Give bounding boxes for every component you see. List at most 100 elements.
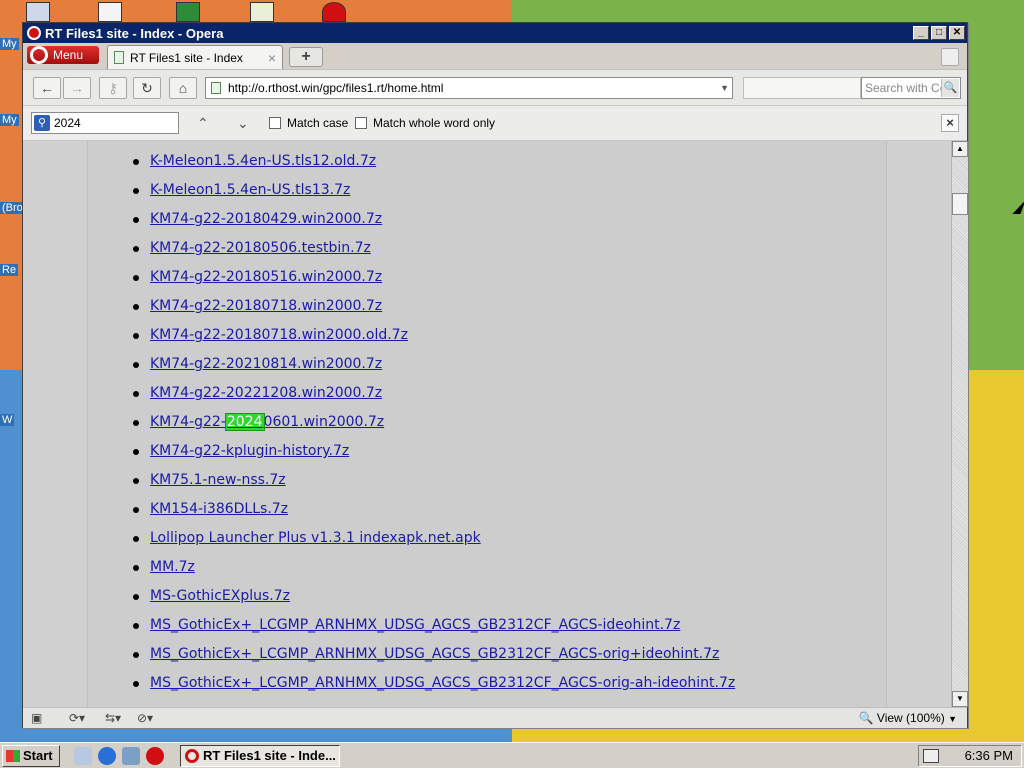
scroll-down-button[interactable]: ▼: [952, 691, 968, 707]
tray-icon[interactable]: [923, 749, 939, 763]
file-link[interactable]: MS_GothicEx+_LCGMP_ARNHMX_UDSG_AGCS_GB23…: [150, 617, 680, 633]
window-title: RT Files1 site - Index - Opera: [45, 25, 224, 41]
find-query: 2024: [54, 116, 81, 130]
file-link[interactable]: MM.7z: [150, 559, 195, 575]
match-case-label: Match case: [287, 116, 349, 130]
close-find-button[interactable]: ×: [941, 114, 959, 132]
file-list-item: KM74-g22-20210814.win2000.7z: [133, 350, 735, 379]
tab-strip: Menu RT Files1 site - Index × +: [23, 43, 967, 69]
desktop-label[interactable]: My: [0, 114, 19, 126]
trash-icon[interactable]: [941, 48, 959, 66]
page-content[interactable]: K-Meleon1.5.4en-US.tls12.old.7z K-Meleon1…: [23, 141, 951, 707]
match-case-checkbox[interactable]: [269, 117, 281, 129]
file-link[interactable]: K-Meleon1.5.4en-US.tls13.7z: [150, 182, 350, 198]
close-window-button[interactable]: ✕: [949, 26, 965, 40]
desktop-icon-computer[interactable]: [26, 2, 50, 22]
network-icon[interactable]: [122, 747, 140, 765]
zoom-control[interactable]: 🔍 View (100%) ▼: [859, 711, 957, 725]
file-link[interactable]: KM74-g22-20221208.win2000.7z: [150, 385, 382, 401]
taskbar: Start RT Files1 site - Inde... 6:36 PM: [0, 742, 1024, 768]
file-list-item: KM74-g22-20180718.win2000.7z: [133, 292, 735, 321]
scroll-thumb[interactable]: [952, 193, 968, 215]
panel-toggle-icon[interactable]: ▣: [31, 711, 42, 725]
file-link[interactable]: KM74-g22-20180516.win2000.7z: [150, 269, 382, 285]
windows-flag-icon: [6, 750, 20, 762]
find-previous-button[interactable]: ⌃: [197, 115, 209, 132]
new-tab-button[interactable]: +: [289, 47, 323, 67]
file-list-item: MS_GothicEx+_LCGMP_ARNHMX_UDSG_AGCS_GB23…: [133, 611, 735, 640]
file-link[interactable]: Lollipop Launcher Plus v1.3.1 indexapk.n…: [150, 530, 481, 546]
reload-button[interactable]: ↻: [133, 77, 161, 99]
forward-button[interactable]: →: [63, 77, 91, 99]
desktop-label[interactable]: My: [0, 38, 19, 50]
home-button[interactable]: ⌂: [169, 77, 197, 99]
file-list-item: MS_GothicEx+_LCGMP_ARNHMX_UDSG_AGCS_GB23…: [133, 669, 735, 698]
desktop-icon-excel[interactable]: [176, 2, 200, 22]
file-link[interactable]: KM74-g22-20180718.win2000.old.7z: [150, 327, 408, 343]
browser-window: RT Files1 site - Index - Opera _ □ ✕ Men…: [22, 22, 968, 728]
tab-active[interactable]: RT Files1 site - Index ×: [107, 45, 283, 69]
system-tray: 6:36 PM: [918, 745, 1022, 767]
file-link[interactable]: KM74-g22-20240601.win2000.7z: [150, 413, 384, 431]
file-list-item: KM74-g22-20180506.testbin.7z: [133, 234, 735, 263]
zoom-icon: 🔍: [858, 711, 874, 725]
file-link[interactable]: MS_GothicEx+_LCGMP_ARNHMX_UDSG_AGCS_GB23…: [150, 675, 735, 691]
navigation-bar: ← → ⚷ ↻ ⌂ http://o.rthost.win/gpc/files1…: [23, 69, 967, 105]
close-tab-icon[interactable]: ×: [268, 50, 276, 66]
vertical-scrollbar[interactable]: ▲ ▼: [951, 141, 968, 707]
desktop-icon-clock[interactable]: [250, 2, 274, 22]
desktop-icon-opera[interactable]: [322, 2, 346, 22]
whole-word-label: Match whole word only: [373, 116, 496, 130]
file-link[interactable]: KM74-g22-20180718.win2000.7z: [150, 298, 382, 314]
taskbar-opera-window[interactable]: RT Files1 site - Inde...: [180, 745, 340, 767]
search-engine-selector[interactable]: [743, 77, 861, 99]
file-list-item: K-Meleon1.5.4en-US.tls13.7z: [133, 176, 735, 205]
chevron-down-icon: ▼: [948, 714, 957, 724]
start-button[interactable]: Start: [2, 745, 60, 767]
file-link[interactable]: KM74-g22-20180429.win2000.7z: [150, 211, 382, 227]
search-icon[interactable]: 🔍: [941, 79, 959, 97]
file-link[interactable]: KM74-g22-20210814.win2000.7z: [150, 356, 382, 372]
key-icon[interactable]: ⚷: [99, 77, 127, 99]
address-field[interactable]: http://o.rthost.win/gpc/files1.rt/home.h…: [205, 77, 733, 99]
find-bar: ⚲ 2024 ⌃ ⌄ Match case Match whole word o…: [23, 105, 967, 141]
desktop-label[interactable]: Re: [0, 264, 19, 276]
show-desktop-icon[interactable]: [74, 747, 92, 765]
desktop-label[interactable]: W: [0, 414, 15, 426]
task-label: RT Files1 site - Inde...: [203, 748, 336, 763]
file-link[interactable]: MS-GothicEXplus.7z: [150, 588, 290, 604]
file-list: K-Meleon1.5.4en-US.tls12.old.7z K-Meleon1…: [133, 147, 735, 698]
file-list-item: KM154-i386DLLs.7z: [133, 495, 735, 524]
file-list-item: MM.7z: [133, 553, 735, 582]
find-input[interactable]: ⚲ 2024: [31, 112, 179, 134]
whole-word-checkbox[interactable]: [355, 117, 367, 129]
file-link[interactable]: K-Meleon1.5.4en-US.tls12.old.7z: [150, 153, 376, 169]
maximize-button[interactable]: □: [931, 26, 947, 40]
file-link[interactable]: KM74-g22-20180506.testbin.7z: [150, 240, 371, 256]
scroll-up-button[interactable]: ▲: [952, 141, 968, 157]
page-icon: [114, 51, 124, 64]
title-bar[interactable]: RT Files1 site - Index - Opera _ □ ✕: [23, 23, 967, 43]
sync-icon[interactable]: ⟳▾: [69, 711, 85, 725]
file-link[interactable]: MS_GothicEx+_LCGMP_ARNHMX_UDSG_AGCS_GB23…: [150, 646, 719, 662]
zoom-label: View (100%): [876, 711, 945, 725]
opera-quicklaunch-icon[interactable]: [146, 747, 164, 765]
file-link[interactable]: KM75.1-new-nss.7z: [150, 472, 286, 488]
minimize-button[interactable]: _: [913, 26, 929, 40]
ie-icon[interactable]: [98, 747, 116, 765]
file-list-item: KM74-g22-20240601.win2000.7z: [133, 408, 735, 437]
magnifier-icon: ⚲: [34, 115, 50, 131]
file-list-item: KM74-g22-20180429.win2000.7z: [133, 205, 735, 234]
desktop-icon-mail[interactable]: [98, 2, 122, 22]
file-link[interactable]: KM154-i386DLLs.7z: [150, 501, 288, 517]
file-link[interactable]: KM74-g22-kplugin-history.7z: [150, 443, 349, 459]
turbo-icon[interactable]: ⊘▾: [137, 711, 153, 725]
find-next-button[interactable]: ⌄: [237, 115, 249, 132]
status-bar: ▣ ⟳▾ ⇆▾ ⊘▾ 🔍 View (100%) ▼: [23, 707, 967, 728]
tab-title: RT Files1 site - Index: [130, 50, 243, 65]
opera-menu-button[interactable]: Menu: [27, 46, 99, 64]
back-button[interactable]: ←: [33, 77, 61, 99]
share-icon[interactable]: ⇆▾: [105, 711, 121, 725]
search-input[interactable]: Search with Co 🔍: [861, 77, 961, 99]
chevron-down-icon[interactable]: ▼: [720, 78, 729, 98]
